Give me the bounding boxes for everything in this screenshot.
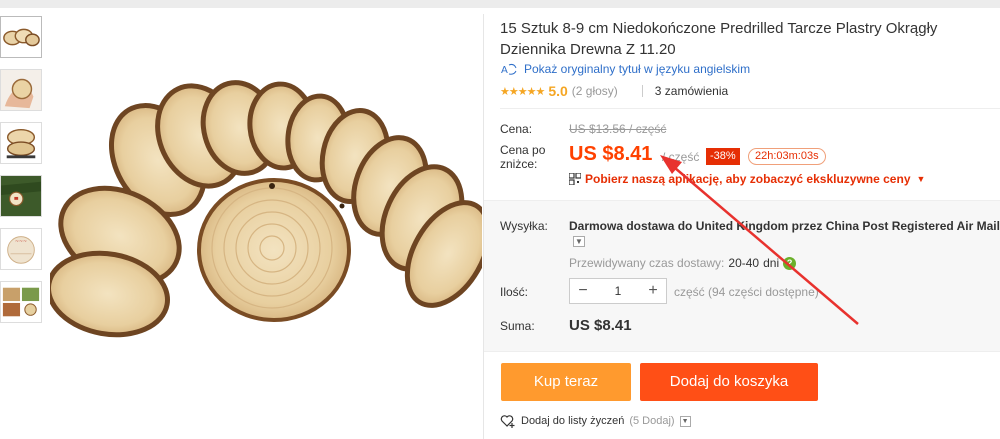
discount-price-label: Cena po zniżce: bbox=[500, 143, 546, 171]
quantity-available: część (94 części dostępne) bbox=[674, 285, 819, 299]
total-price: US $8.41 bbox=[569, 317, 632, 334]
chevron-down-icon: ▼ bbox=[916, 174, 926, 184]
rating-votes[interactable]: (2 głosy) bbox=[572, 84, 618, 98]
thumbnail-6[interactable] bbox=[0, 281, 42, 323]
countdown-timer: 22h:03m:03s bbox=[748, 148, 826, 165]
orders-count: 3 zamówienia bbox=[654, 84, 729, 98]
quantity-input[interactable]: 1 bbox=[596, 284, 640, 298]
wishlist-dropdown-toggle[interactable]: ▼ bbox=[679, 415, 691, 427]
total-label: Suma: bbox=[500, 319, 535, 333]
shipping-method: Darmowa dostawa do United Kingdom przez … bbox=[569, 219, 1000, 233]
discount-badge: -38% bbox=[706, 148, 740, 165]
wishlist-count: (5 Dodaj) bbox=[629, 415, 675, 427]
thumbnail-2[interactable] bbox=[0, 69, 42, 111]
app-promo-text: Pobierz naszą aplikację, aby zobaczyć ek… bbox=[585, 172, 911, 186]
original-price: US $13.56 / część bbox=[569, 122, 667, 136]
rating-score: 5.0 bbox=[548, 83, 568, 99]
translate-link-text: Pokaż oryginalny tytuł w języku angielsk… bbox=[524, 62, 751, 76]
help-icon[interactable]: ? bbox=[783, 256, 797, 270]
top-bar bbox=[0, 0, 1000, 8]
wishlist-link[interactable]: Dodaj do listy życzeń (5 Dodaj) ▼ bbox=[500, 414, 691, 428]
divider bbox=[500, 108, 1000, 109]
translate-icon: A bbox=[501, 63, 517, 76]
thumbnail-1[interactable] bbox=[0, 16, 42, 58]
quantity-label: Ilość: bbox=[500, 285, 529, 299]
wishlist-label: Dodaj do listy życzeń bbox=[521, 415, 625, 427]
app-promo-link[interactable]: Pobierz naszą aplikację, aby zobaczyć ek… bbox=[569, 172, 925, 186]
delivery-unit: dni bbox=[763, 256, 780, 270]
buy-now-button[interactable]: Kup teraz bbox=[501, 363, 631, 401]
product-main-image bbox=[50, 68, 482, 340]
delivery-estimate: Przewidywany czas dostawy: 20-40 dni ? bbox=[569, 256, 797, 270]
divider bbox=[641, 85, 643, 97]
quantity-decrease-button[interactable]: − bbox=[570, 282, 596, 300]
thumbnail-3[interactable] bbox=[0, 122, 42, 164]
add-to-cart-button[interactable]: Dodaj do koszyka bbox=[640, 363, 818, 401]
translate-title-link[interactable]: A Pokaż oryginalny tytuł w języku angiel… bbox=[500, 62, 750, 76]
shipping-dropdown-toggle[interactable]: ▼ bbox=[573, 236, 585, 247]
delivery-days: 20-40 bbox=[728, 256, 760, 270]
rating-row: ★★★★★ 5.0 (2 głosy) 3 zamówienia bbox=[500, 83, 728, 99]
qr-code-icon bbox=[569, 173, 581, 185]
heart-plus-icon bbox=[500, 415, 515, 428]
thumbnail-5[interactable]: ~~~ bbox=[0, 228, 42, 270]
thumbnail-gallery: ~~~ bbox=[0, 16, 44, 334]
product-title: 15 Sztuk 8-9 cm Niedokończone Predrilled… bbox=[500, 20, 938, 58]
price-label: Cena: bbox=[500, 122, 533, 136]
thumbnail-4[interactable] bbox=[0, 175, 42, 217]
quantity-increase-button[interactable]: + bbox=[640, 282, 666, 300]
current-price: US $8.41 bbox=[569, 143, 653, 165]
shipping-label: Wysyłka: bbox=[500, 219, 548, 233]
quantity-stepper: − 1 + bbox=[569, 278, 667, 304]
delivery-label: Przewidywany czas dostawy: bbox=[569, 256, 725, 270]
svg-text:A: A bbox=[501, 65, 508, 76]
svg-text:~~~: ~~~ bbox=[15, 239, 27, 244]
price-unit: / część bbox=[662, 150, 700, 164]
star-rating-icon: ★★★★★ bbox=[500, 85, 545, 98]
